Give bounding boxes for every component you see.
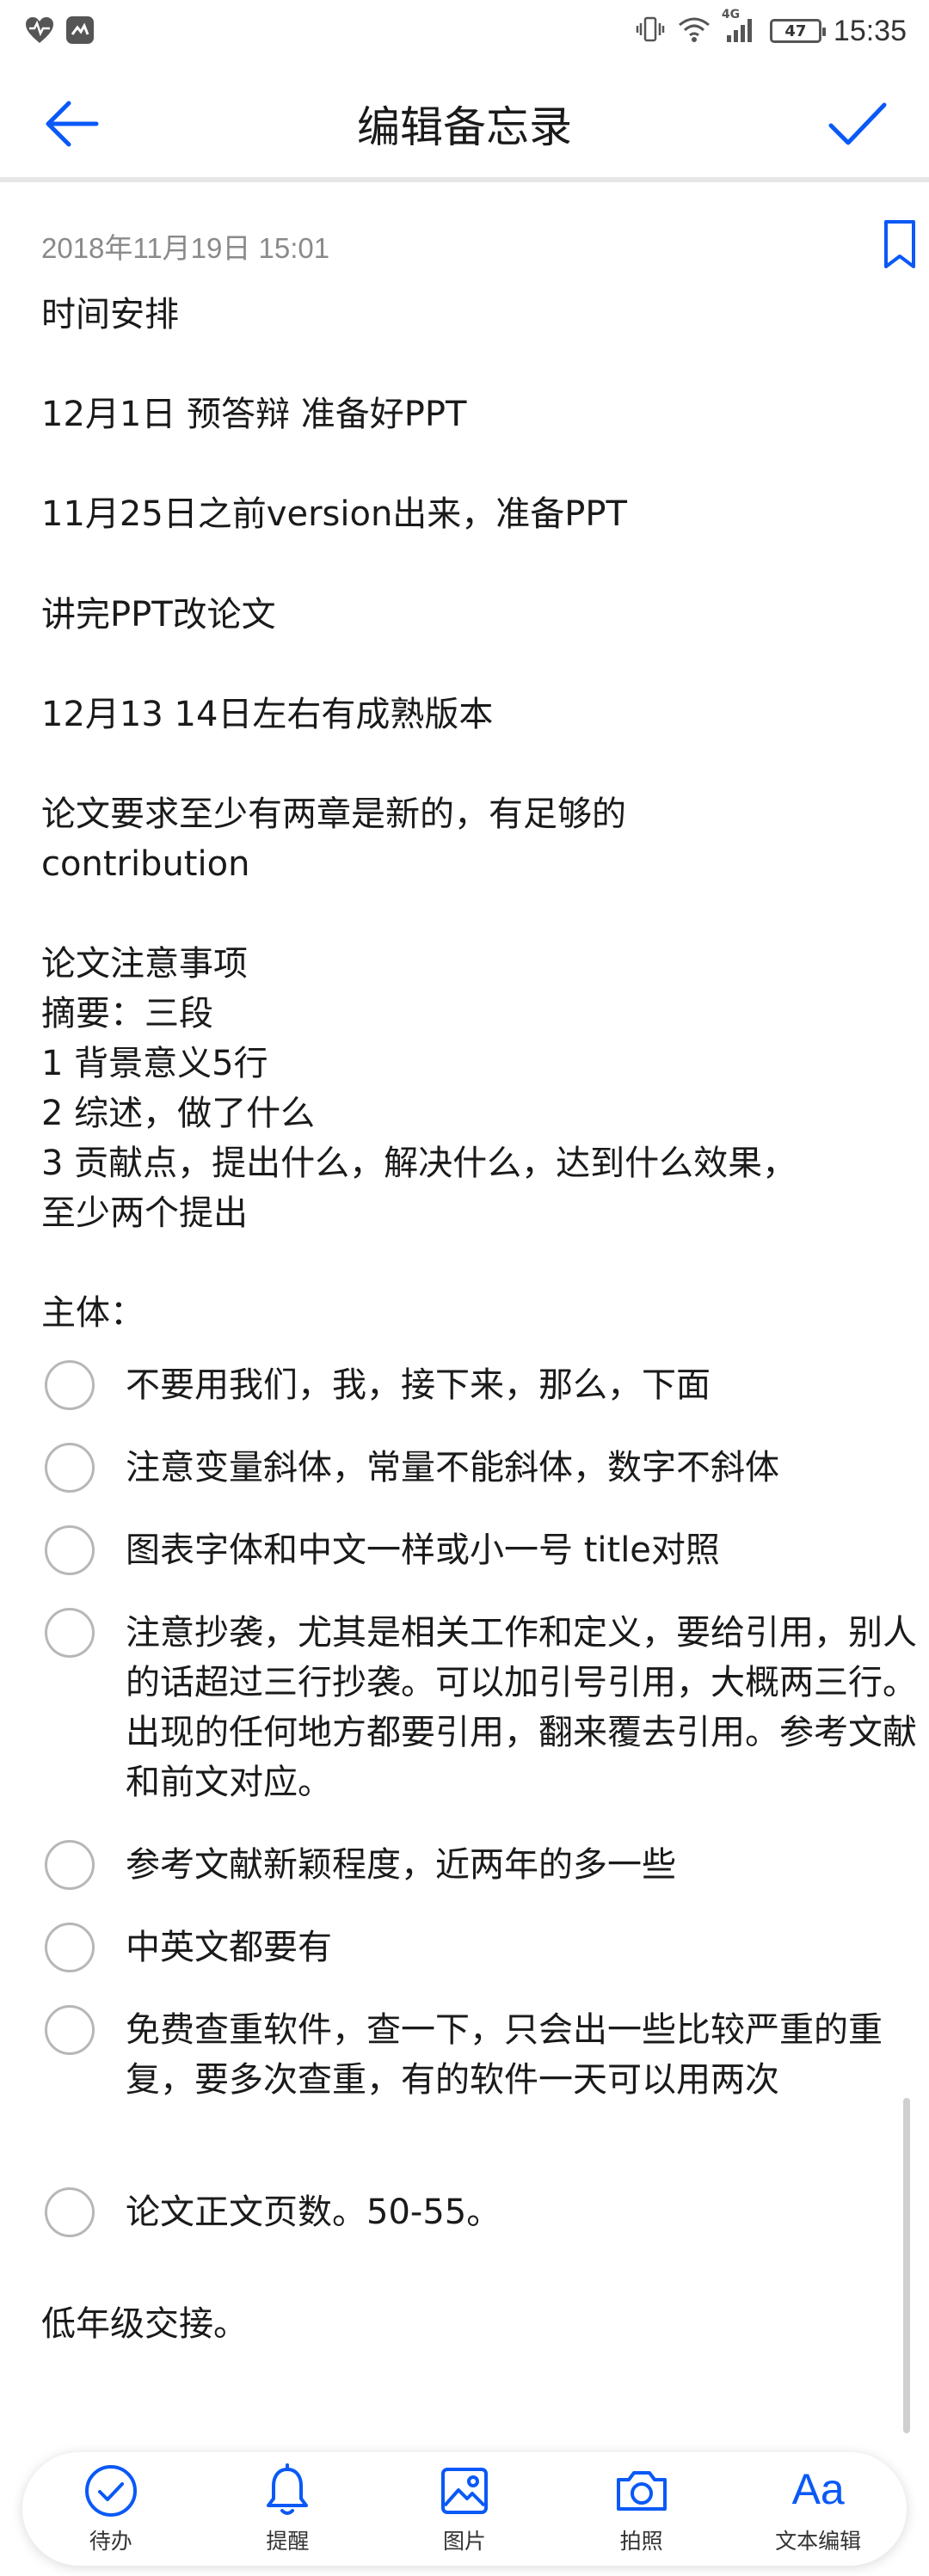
scrollbar[interactable] <box>903 2098 910 2433</box>
checklist-item-text[interactable]: 中英文都要有 <box>126 1923 917 1972</box>
note-line[interactable]: contribution <box>41 839 884 889</box>
camera-button[interactable]: 拍照 <box>564 2452 719 2566</box>
bell-icon <box>267 2463 309 2515</box>
bookmark-button[interactable] <box>874 217 926 272</box>
checkbox[interactable] <box>45 1608 95 1658</box>
app-notification-icon <box>65 15 95 48</box>
image-button[interactable]: 图片 <box>387 2452 542 2566</box>
todo-button[interactable]: 待办 <box>34 2452 188 2566</box>
text-edit-button[interactable]: Aa 文本编辑 <box>741 2452 895 2566</box>
note-line[interactable]: 12月13 14日左右有成熟版本 <box>41 690 884 739</box>
page-title: 编辑备忘录 <box>357 102 572 152</box>
note-line[interactable]: 11月25日之前version出来，准备PPT <box>41 489 884 539</box>
health-icon <box>24 15 55 48</box>
signal-icon: 4G <box>722 8 758 47</box>
text-edit-label: 文本编辑 <box>775 2529 862 2554</box>
reminder-label: 提醒 <box>266 2529 310 2554</box>
checkbox[interactable] <box>45 1360 95 1410</box>
note-line[interactable]: 2 综述，做了什么 <box>41 1089 884 1138</box>
note-line[interactable]: 3 贡献点，提出什么，解决什么，达到什么效果， <box>41 1138 884 1188</box>
note-line[interactable]: 论文要求至少有两章是新的，有足够的 <box>41 789 884 839</box>
checkbox[interactable] <box>45 1923 95 1972</box>
memo-editor-screen: 4G 47 15:35 编辑备忘录 2018年11月19日 15:01 时间安排… <box>0 0 929 2576</box>
vibrate-icon <box>636 15 665 47</box>
note-line[interactable]: 摘要：三段 <box>41 989 884 1039</box>
checklist-item-text[interactable]: 不要用我们，我，接下来，那么，下面 <box>126 1360 917 1410</box>
clock: 15:35 <box>833 14 907 47</box>
title-bar: 编辑备忘录 <box>0 62 929 182</box>
camera-label: 拍照 <box>619 2529 663 2554</box>
text-format-icon: Aa <box>791 2465 845 2513</box>
checkbox[interactable] <box>45 1840 95 1890</box>
checkbox[interactable] <box>45 1443 95 1493</box>
image-icon <box>440 2468 488 2514</box>
bottom-toolbar: 待办 提醒 图片 拍照 Aa 文本编辑 <box>22 2452 907 2566</box>
battery-level: 47 <box>784 21 807 40</box>
network-type-label: 4G <box>721 8 741 21</box>
checklist-item-text[interactable]: 参考文献新颖程度，近两年的多一些 <box>126 1840 917 1890</box>
battery-icon: 47 <box>769 19 826 43</box>
note-line[interactable]: 主体： <box>41 1288 884 1338</box>
checklist-item-text[interactable]: 论文正文页数。50-55。 <box>126 2187 917 2237</box>
note-line[interactable]: 时间安排 <box>41 290 884 340</box>
bookmark-icon <box>884 220 915 268</box>
wifi-icon <box>677 15 711 47</box>
checkbox[interactable] <box>45 1525 95 1575</box>
note-line[interactable]: 论文注意事项 <box>41 939 884 989</box>
checkmark-icon <box>828 102 887 145</box>
note-timestamp: 2018年11月19日 15:01 <box>41 232 330 264</box>
todo-label: 待办 <box>89 2529 132 2554</box>
checkbox[interactable] <box>45 2005 95 2055</box>
camera-icon <box>616 2471 667 2511</box>
checklist-item-text[interactable]: 图表字体和中文一样或小一号 title对照 <box>126 1525 917 1575</box>
image-label: 图片 <box>442 2529 486 2554</box>
checklist-icon <box>84 2465 137 2517</box>
checklist-item-text[interactable]: 注意变量斜体，常量不能斜体，数字不斜体 <box>126 1443 917 1493</box>
note-line[interactable]: 至少两个提出 <box>41 1188 884 1238</box>
checkbox[interactable] <box>45 2187 95 2237</box>
save-button[interactable] <box>822 89 891 158</box>
note-date-row: 2018年11月19日 15:01 <box>41 225 884 267</box>
reminder-button[interactable]: 提醒 <box>210 2452 365 2566</box>
checklist-item-text[interactable]: 注意抄袭，尤其是相关工作和定义，要给引用，别人的话超过三行抄袭。可以加引号引用，… <box>126 1608 917 1807</box>
status-bar: 4G 47 15:35 <box>0 0 929 62</box>
note-line[interactable]: 低年级交接。 <box>41 2299 884 2349</box>
checklist-item-text[interactable]: 免费查重软件，查一下，只会出一些比较严重的重复，要多次查重，有的软件一天可以用两… <box>126 2005 917 2105</box>
note-line[interactable]: 1 背景意义5行 <box>41 1039 884 1089</box>
note-line[interactable]: 讲完PPT改论文 <box>41 590 884 640</box>
note-line[interactable]: 12月1日 预答辩 准备好PPT <box>41 389 884 439</box>
